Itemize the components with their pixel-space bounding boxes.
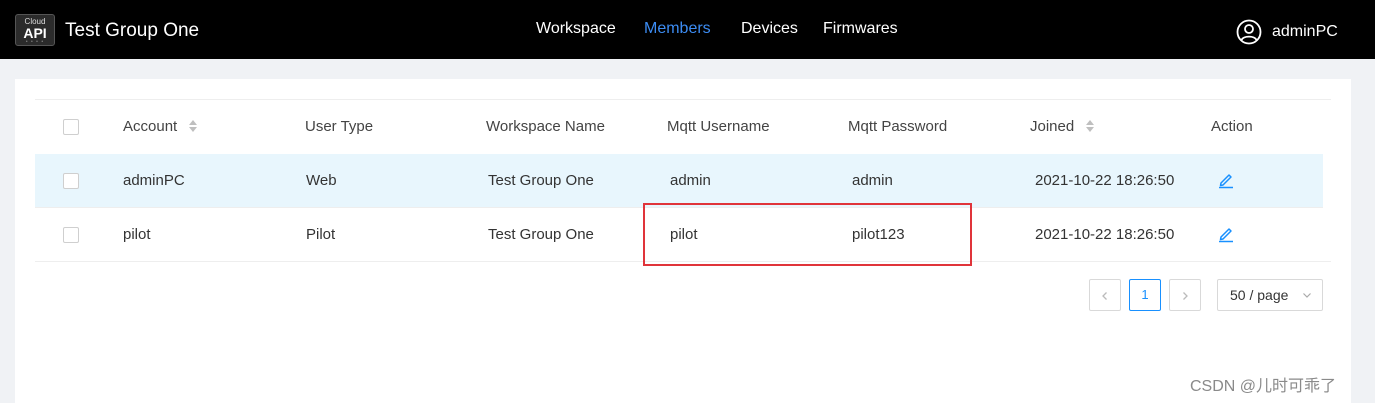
highlight-annotation-box [643, 203, 972, 266]
cloud-api-logo: Cloud API • • • • [15, 14, 55, 46]
cell-joined: 2021-10-22 18:26:50 [1035, 226, 1175, 243]
column-header-mqtt-username: Mqtt Username [667, 118, 770, 135]
cell-mqtt-username: admin [670, 172, 711, 189]
user-circle-icon [1236, 19, 1262, 45]
chevron-right-icon [1183, 291, 1188, 300]
logo-dots: • • • • [25, 39, 45, 45]
cell-account: pilot [123, 226, 151, 243]
nav-members[interactable]: Members [644, 18, 711, 40]
next-page-button[interactable] [1169, 279, 1201, 311]
table-header: Account User Type Workspace Name Mqtt Us… [35, 99, 1331, 153]
top-navigation-bar: Cloud API • • • • Test Group One Workspa… [0, 0, 1375, 59]
column-header-account[interactable]: Account [123, 100, 198, 154]
cell-workspace-name: Test Group One [488, 172, 594, 189]
row-checkbox[interactable] [63, 227, 79, 243]
cell-account: adminPC [123, 172, 185, 189]
edit-icon[interactable] [1217, 171, 1235, 189]
prev-page-button[interactable] [1089, 279, 1121, 311]
table-row[interactable]: adminPC Web Test Group One admin admin 2… [35, 154, 1323, 208]
chevron-down-icon [1303, 293, 1311, 298]
nav-firmwares[interactable]: Firmwares [823, 18, 898, 40]
column-header-user-type: User Type [305, 118, 374, 135]
row-checkbox[interactable] [63, 173, 79, 189]
page-size-select[interactable]: 50 / page [1217, 279, 1323, 311]
sort-icon[interactable] [1086, 120, 1095, 133]
workspace-title: Test Group One [65, 20, 200, 41]
watermark-text: CSDN @儿时可乖了 [1190, 378, 1337, 395]
cell-joined: 2021-10-22 18:26:50 [1035, 172, 1175, 189]
column-header-joined[interactable]: Joined [1030, 100, 1095, 154]
nav-devices[interactable]: Devices [741, 18, 798, 40]
user-name: adminPC [1272, 23, 1338, 40]
cell-user-type: Web [306, 172, 337, 189]
column-header-mqtt-password: Mqtt Password [848, 118, 948, 135]
cell-mqtt-password: admin [852, 172, 893, 189]
nav-workspace[interactable]: Workspace [536, 18, 616, 40]
select-all-checkbox[interactable] [63, 119, 79, 135]
page-1-button[interactable]: 1 [1129, 279, 1161, 311]
cell-user-type: Pilot [306, 226, 336, 243]
sort-icon[interactable] [189, 120, 198, 133]
edit-icon[interactable] [1217, 225, 1235, 243]
page-size-value: 50 / page [1230, 287, 1289, 303]
cell-workspace-name: Test Group One [488, 226, 594, 243]
column-header-workspace-name: Workspace Name [486, 118, 605, 135]
column-header-action: Action [1211, 118, 1253, 135]
chevron-left-icon [1102, 291, 1107, 300]
